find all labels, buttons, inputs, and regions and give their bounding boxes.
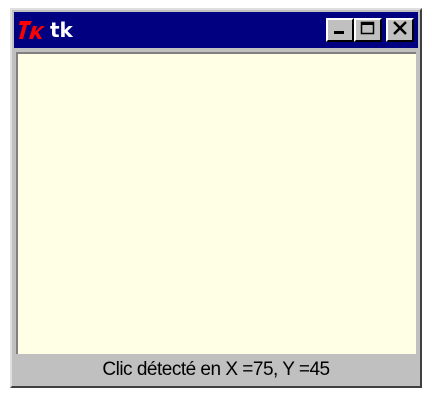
minimize-icon (332, 21, 348, 40)
close-button[interactable] (386, 18, 414, 42)
title-bar[interactable]: tk (14, 12, 418, 48)
tk-logo-icon (18, 16, 46, 44)
minimize-button[interactable] (326, 18, 354, 42)
window-title: tk (50, 18, 73, 42)
status-label: Clic détecté en X =75, Y =45 (102, 359, 330, 380)
maximize-button[interactable] (354, 18, 382, 42)
tk-window: tk Clic détecté en X =75, Y =45 (10, 8, 422, 388)
drawing-canvas[interactable] (16, 52, 416, 354)
maximize-icon (360, 21, 376, 40)
title-buttons (326, 18, 414, 42)
close-icon (392, 20, 408, 40)
